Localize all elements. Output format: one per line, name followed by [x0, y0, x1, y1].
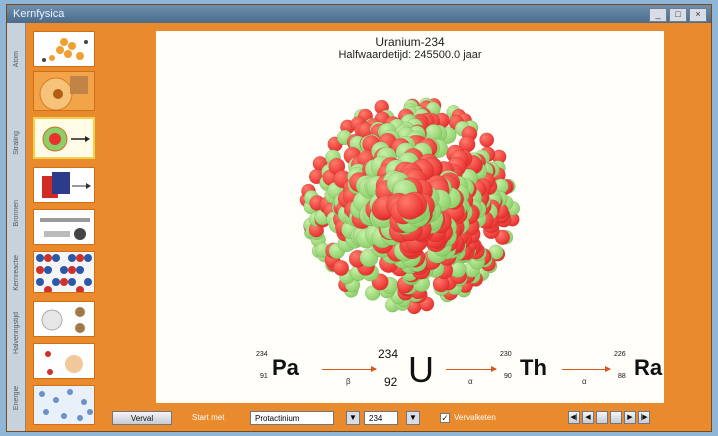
- tab-label: Halveringstijd: [12, 311, 20, 355]
- first-button[interactable]: ◀|: [568, 411, 580, 424]
- mass-dropdown-button[interactable]: ▼: [406, 411, 420, 425]
- decay-type: α: [582, 377, 587, 386]
- decay-arrow: [446, 366, 497, 372]
- proton: [479, 132, 495, 148]
- tab-label: Atom: [12, 50, 20, 68]
- element-symbol: U: [408, 349, 434, 390]
- atom-model-icon: [34, 72, 94, 110]
- window-controls: _ □ ×: [649, 8, 707, 22]
- thumbnail-lattice[interactable]: [33, 251, 95, 293]
- mass-select[interactable]: 234: [364, 411, 398, 425]
- proton: [333, 260, 350, 276]
- tab-label: Kernreactie: [12, 255, 20, 291]
- thumbnail-atom-model[interactable]: [33, 71, 95, 111]
- shielding-icon: [42, 172, 91, 198]
- step-back-icon: ◀: [585, 414, 591, 421]
- gas-icon: [34, 386, 94, 424]
- decay-chain-checkbox[interactable]: ✓: [440, 413, 450, 423]
- skip-forward-icon: |▶: [640, 414, 648, 421]
- start-label: Start met: [192, 413, 225, 422]
- tab-straling[interactable]: Straling: [7, 113, 25, 173]
- close-button[interactable]: ×: [689, 8, 707, 22]
- thumbnail-radiation-source[interactable]: [33, 209, 95, 245]
- thumbnail-nucleus-decay[interactable]: [33, 117, 95, 159]
- decay-arrow: [322, 366, 377, 372]
- element-dropdown-button[interactable]: ▼: [346, 411, 360, 425]
- atomic-number: 92: [384, 375, 398, 389]
- vertical-tab-bar: Atom Straling Bronnen Kernreactie Halver…: [7, 23, 26, 431]
- nucleons-icon: [42, 38, 88, 62]
- mass-number: 234: [378, 347, 399, 361]
- minimize-button[interactable]: _: [649, 8, 667, 22]
- thumbnail-particles[interactable]: [33, 301, 95, 337]
- simulation-canvas: Uranium-234 Halfwaardetijd: 245500.0 jaa…: [156, 31, 664, 403]
- chevron-down-icon: ▼: [409, 413, 417, 422]
- pause-button[interactable]: [596, 411, 608, 424]
- tab-label: Straling: [12, 131, 20, 155]
- nuclide-name: Uranium-234: [375, 35, 445, 49]
- atomic-number: 90: [504, 373, 512, 380]
- proton: [396, 193, 424, 220]
- thumbnail-nucleons[interactable]: [33, 31, 95, 67]
- mass-number: 230: [500, 351, 512, 358]
- last-button[interactable]: |▶: [638, 411, 650, 424]
- thumbnail-shielding[interactable]: [33, 167, 95, 203]
- previous-button[interactable]: ◀: [582, 411, 594, 424]
- stop-button[interactable]: [610, 411, 622, 424]
- mass-number: 226: [614, 351, 626, 358]
- app-window: Kernfysica _ □ × Atom Straling Bronnen K…: [6, 4, 712, 432]
- nucleus-sphere: [299, 97, 521, 315]
- decay-button[interactable]: Verval: [112, 411, 172, 425]
- nucleus-decay-icon: [42, 126, 90, 152]
- tab-atom[interactable]: Atom: [7, 29, 25, 89]
- decay-type: β: [346, 377, 351, 386]
- decay-type: α: [468, 377, 473, 386]
- window-title: Kernfysica: [13, 8, 65, 20]
- title-bar[interactable]: Kernfysica _ □ ×: [7, 5, 711, 23]
- element-symbol: Pa: [272, 355, 299, 380]
- skip-back-icon: ◀|: [570, 414, 578, 421]
- atomic-number: 91: [260, 373, 268, 380]
- tab-label: Bronnen: [12, 199, 20, 227]
- tab-halveringstijd[interactable]: Halveringstijd: [7, 303, 25, 363]
- tab-energie[interactable]: Energie: [7, 368, 25, 428]
- control-bar: Verval Start met Protactinium ▼ 234 ▼ ✓ …: [102, 403, 711, 433]
- element-select[interactable]: Protactinium: [250, 411, 334, 425]
- step-forward-icon: ▶: [627, 414, 633, 421]
- thumbnail-gas[interactable]: [33, 385, 95, 425]
- half-life: Halfwaardetijd: 245500.0 jaar: [338, 49, 482, 61]
- checkmark-icon: ✓: [441, 413, 449, 423]
- tab-kernreactie[interactable]: Kernreactie: [7, 243, 25, 303]
- tab-bronnen[interactable]: Bronnen: [7, 183, 25, 243]
- decay-chain: 234 91 Pa β 234 92 U α 230 90 Th α 226 8…: [156, 343, 664, 403]
- fission-icon: [45, 351, 83, 375]
- atomic-number: 88: [618, 373, 626, 380]
- lattice-icon: [34, 252, 94, 292]
- mass-number: 234: [256, 351, 268, 358]
- checkbox-label: Vervalketen: [454, 413, 496, 422]
- simulation-thumbnails: [27, 27, 101, 431]
- particles-icon: [41, 307, 85, 333]
- thumbnail-fission[interactable]: [33, 343, 95, 379]
- chevron-down-icon: ▼: [349, 413, 357, 422]
- tab-label: Energie: [12, 385, 20, 411]
- next-button[interactable]: ▶: [624, 411, 636, 424]
- element-symbol: Th: [520, 355, 547, 380]
- radiation-source-icon: [40, 218, 90, 240]
- element-symbol: Ra: [634, 355, 663, 380]
- maximize-button[interactable]: □: [669, 8, 687, 22]
- decay-arrow: [562, 366, 611, 372]
